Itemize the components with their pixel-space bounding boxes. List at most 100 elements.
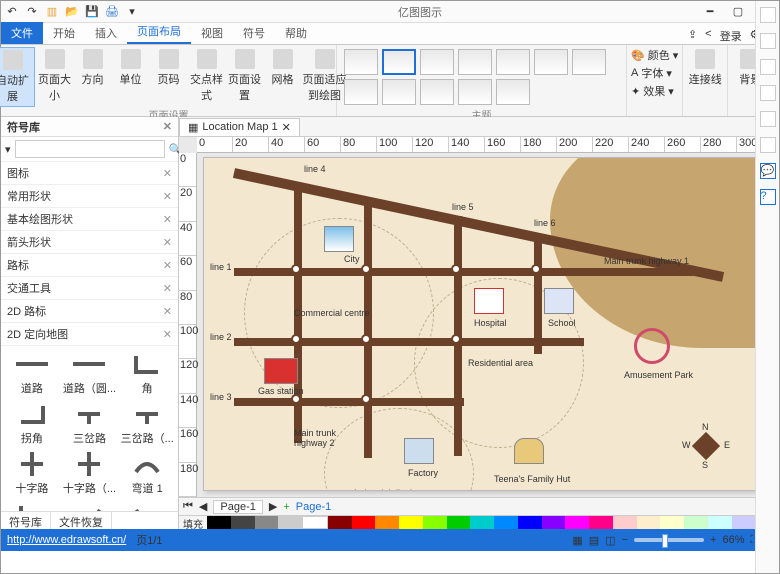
grid-button[interactable]: 网格 bbox=[265, 47, 301, 89]
theme-swatch[interactable] bbox=[382, 79, 416, 105]
category-item[interactable]: 路标✕ bbox=[1, 254, 178, 277]
theme-swatch[interactable] bbox=[534, 49, 568, 75]
remove-icon[interactable]: ✕ bbox=[163, 167, 172, 180]
remove-icon[interactable]: ✕ bbox=[163, 328, 172, 341]
properties-icon[interactable] bbox=[760, 111, 776, 127]
tab-insert[interactable]: 插入 bbox=[85, 22, 127, 44]
page-number-button[interactable]: 页码 bbox=[151, 47, 187, 89]
tab-page-layout[interactable]: 页面布局 bbox=[127, 20, 191, 44]
theme-swatch[interactable] bbox=[496, 49, 530, 75]
page-setting-button[interactable]: 页面设置 bbox=[227, 47, 263, 105]
page-nav-first-icon[interactable]: ⏮ bbox=[183, 500, 193, 513]
category-item[interactable]: 箭头形状✕ bbox=[1, 231, 178, 254]
search-input[interactable] bbox=[15, 140, 165, 158]
snap-button[interactable]: 交点样式 bbox=[189, 47, 225, 105]
view-mode-icon[interactable]: ◫ bbox=[605, 534, 615, 547]
font-button[interactable]: A字体▾ bbox=[631, 65, 678, 81]
maximize-icon[interactable]: ▢ bbox=[729, 5, 747, 18]
connector-button[interactable]: 连接线 bbox=[687, 47, 723, 89]
category-item[interactable]: 常用形状✕ bbox=[1, 185, 178, 208]
help-icon[interactable]: ? bbox=[760, 189, 776, 205]
shape-item[interactable]: 十字路 bbox=[5, 450, 59, 496]
unit-button[interactable]: 单位 bbox=[113, 47, 149, 89]
tab-view[interactable]: 视图 bbox=[191, 22, 233, 44]
category-item[interactable]: 交通工具✕ bbox=[1, 277, 178, 300]
new-icon[interactable]: ▥ bbox=[45, 5, 59, 19]
login-link[interactable]: 登录 bbox=[720, 28, 742, 44]
category-item[interactable]: 图标✕ bbox=[1, 162, 178, 185]
category-item[interactable]: 2D 定向地图✕ bbox=[1, 323, 178, 346]
document-tab[interactable]: ▦Location Map 1✕ bbox=[179, 118, 300, 136]
color-button[interactable]: 🎨颜色▾ bbox=[631, 47, 678, 63]
shape-item[interactable]: 三岔路（... bbox=[120, 400, 174, 446]
view-mode-icon[interactable]: ▤ bbox=[589, 534, 599, 547]
comment-icon[interactable]: 💬 bbox=[760, 163, 776, 179]
tab-close-icon[interactable]: ✕ bbox=[282, 121, 291, 134]
shape-item[interactable] bbox=[63, 500, 117, 511]
shape-item[interactable]: 弯道 1 bbox=[120, 450, 174, 496]
theme-swatch[interactable] bbox=[344, 79, 378, 105]
orientation-button[interactable]: 方向 bbox=[75, 47, 111, 89]
page-tab[interactable]: Page-1 bbox=[213, 500, 262, 514]
category-item[interactable]: 2D 路标✕ bbox=[1, 300, 178, 323]
zoom-slider[interactable] bbox=[634, 538, 704, 542]
tab-start[interactable]: 开始 bbox=[43, 22, 85, 44]
history-icon[interactable] bbox=[760, 137, 776, 153]
theme-swatch[interactable] bbox=[420, 79, 454, 105]
remove-icon[interactable]: ✕ bbox=[163, 282, 172, 295]
canvas-viewport[interactable]: 0204060801001201401601802002202402602803… bbox=[179, 137, 779, 497]
color-picker-bar[interactable]: 填充 bbox=[179, 515, 779, 529]
search-dropdown-icon[interactable]: ▾ bbox=[5, 143, 11, 156]
auto-expand-button[interactable]: 自动扩展 bbox=[0, 47, 35, 107]
tab-help[interactable]: 帮助 bbox=[275, 22, 317, 44]
remove-icon[interactable]: ✕ bbox=[163, 305, 172, 318]
undo-icon[interactable]: ↶ bbox=[5, 5, 19, 19]
open-icon[interactable]: 📂 bbox=[65, 5, 79, 19]
effect-button[interactable]: ✦效果▾ bbox=[631, 83, 678, 99]
theme-gallery[interactable] bbox=[342, 47, 622, 107]
print-icon[interactable]: 🖨 bbox=[105, 5, 119, 19]
redo-icon[interactable]: ↷ bbox=[25, 5, 39, 19]
theme-swatch[interactable] bbox=[420, 49, 454, 75]
share-icon[interactable]: < bbox=[705, 28, 711, 44]
alignment-icon[interactable] bbox=[760, 59, 776, 75]
qat-dropdown-icon[interactable]: ▾ bbox=[125, 5, 139, 19]
distribute-icon[interactable] bbox=[760, 85, 776, 101]
theme-swatch[interactable] bbox=[344, 49, 378, 75]
add-page-icon[interactable]: + bbox=[283, 501, 289, 513]
shape-item[interactable] bbox=[120, 500, 174, 511]
format-panel-icon[interactable] bbox=[760, 7, 776, 23]
tab-file[interactable]: 文件 bbox=[1, 22, 43, 44]
tab-symbol[interactable]: 符号 bbox=[233, 22, 275, 44]
remove-icon[interactable]: ✕ bbox=[163, 236, 172, 249]
drawing-page[interactable]: line 1 line 2 line 3 line 4 line 5 line … bbox=[203, 157, 771, 491]
page-nav-next-icon[interactable]: ▶ bbox=[269, 500, 277, 513]
remove-icon[interactable]: ✕ bbox=[163, 190, 172, 203]
minimize-icon[interactable]: ━ bbox=[701, 5, 719, 18]
shape-item[interactable]: 角 bbox=[120, 350, 174, 396]
shape-item[interactable]: 三岔路 bbox=[63, 400, 117, 446]
zoom-in-icon[interactable]: + bbox=[710, 534, 716, 546]
shape-item[interactable]: 拐角 bbox=[5, 400, 59, 446]
shape-item[interactable]: 十字路（... bbox=[63, 450, 117, 496]
remove-icon[interactable]: ✕ bbox=[163, 259, 172, 272]
export-icon[interactable]: ⇪ bbox=[688, 28, 697, 44]
view-mode-icon[interactable]: ▦ bbox=[572, 534, 582, 547]
panel-close-icon[interactable]: ✕ bbox=[163, 120, 172, 133]
theme-swatch[interactable] bbox=[458, 79, 492, 105]
theme-swatch[interactable] bbox=[458, 49, 492, 75]
theme-swatch[interactable] bbox=[572, 49, 606, 75]
theme-swatch[interactable] bbox=[382, 49, 416, 75]
tab-symbols[interactable]: 符号库 bbox=[1, 512, 51, 529]
remove-icon[interactable]: ✕ bbox=[163, 213, 172, 226]
save-icon[interactable]: 💾 bbox=[85, 5, 99, 19]
status-url[interactable]: http://www.edrawsoft.cn/ bbox=[7, 534, 126, 546]
theme-swatch[interactable] bbox=[496, 79, 530, 105]
zoom-out-icon[interactable]: − bbox=[622, 534, 628, 546]
zoom-value[interactable]: 66% bbox=[722, 534, 744, 546]
page-tab-2[interactable]: Page-1 bbox=[296, 501, 331, 513]
shape-item[interactable]: 道路 bbox=[5, 350, 59, 396]
shape-item[interactable] bbox=[5, 500, 59, 511]
page-nav-prev-icon[interactable]: ◀ bbox=[199, 500, 207, 513]
category-item[interactable]: 基本绘图形状✕ bbox=[1, 208, 178, 231]
